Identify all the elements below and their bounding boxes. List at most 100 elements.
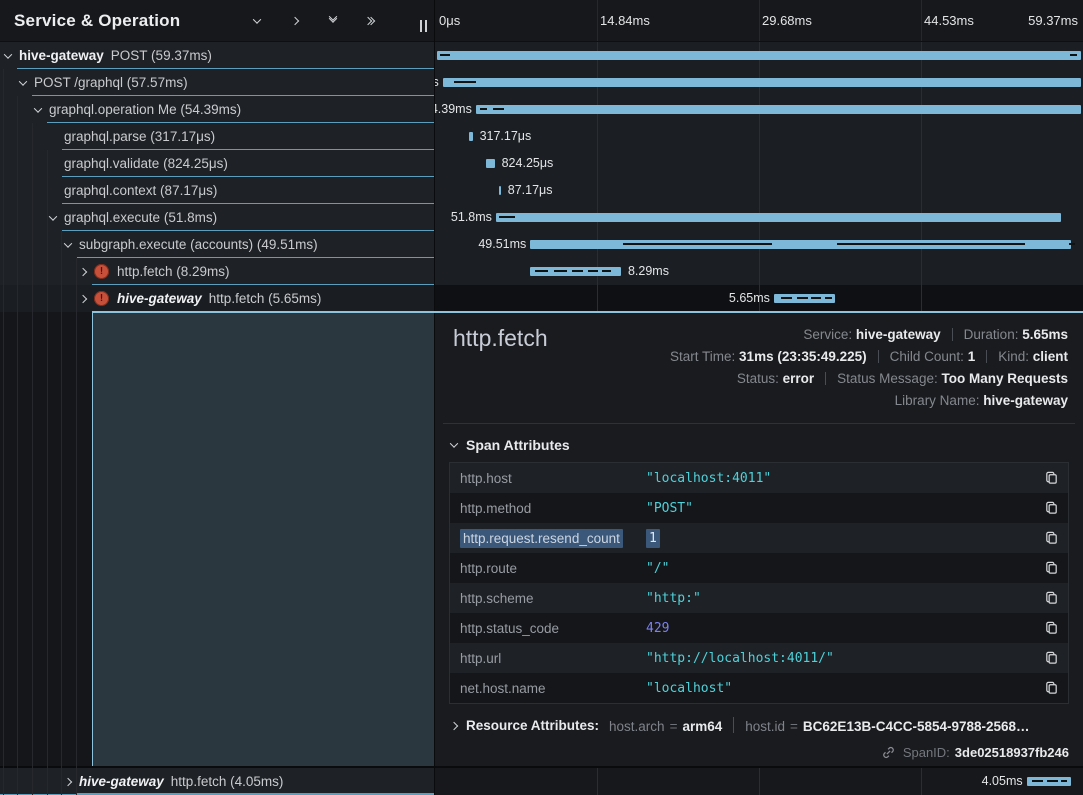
span-row[interactable]: graphql.execute (51.8ms)51.8ms [0, 204, 1083, 231]
span-row-tree-cell[interactable]: hive-gatewayhttp.fetch (4.05ms) [0, 768, 435, 795]
attribute-key: http.host [450, 471, 646, 486]
span-attributes-toggle[interactable]: Span Attributes [451, 437, 570, 453]
span-row-content: graphql.validate (824.25μs) [0, 150, 435, 177]
copy-icon[interactable] [1038, 553, 1064, 583]
child-span-dash [837, 243, 1025, 245]
span-bar[interactable] [499, 186, 501, 195]
copy-icon[interactable] [1038, 583, 1064, 613]
chevron-right-icon[interactable] [79, 267, 87, 275]
span-attributes-title: Span Attributes [466, 437, 570, 453]
detail-meta-line: Start Time: 31ms (23:35:49.225)Child Cou… [670, 346, 1068, 368]
attribute-key-text: http.route [460, 561, 517, 576]
expand-all-icon[interactable] [362, 12, 380, 30]
indent-guide [17, 96, 18, 795]
span-row[interactable]: subgraph.execute (accounts) (49.51ms)49.… [0, 231, 1083, 258]
attribute-value: "http:" [646, 591, 1038, 606]
copy-icon[interactable] [1038, 643, 1064, 673]
collapse-one-icon[interactable] [248, 12, 266, 30]
span-row-timeline-cell: 8.29ms [435, 258, 1083, 285]
tree-header-icons [248, 0, 380, 42]
trace-viewer: Service & Operation 0μs 14.84ms 29.68ms … [0, 0, 1083, 795]
timeline-gridline [921, 123, 922, 150]
expand-one-icon[interactable] [286, 12, 304, 30]
timeline-gridline [759, 768, 760, 795]
detail-meta-value: error [783, 371, 815, 386]
span-row-timeline-cell: 4.05ms [435, 768, 1083, 795]
span-bar[interactable] [437, 51, 1081, 60]
attribute-value: 1 [646, 531, 1038, 546]
span-row-tree-cell[interactable]: POST /graphql (57.57ms) [0, 69, 435, 96]
span-row-tree-cell[interactable]: graphql.validate (824.25μs) [0, 150, 435, 177]
attribute-key-text: http.status_code [460, 621, 559, 636]
span-bar[interactable] [496, 213, 1061, 222]
span-row[interactable]: graphql.operation Me (54.39ms)54.39ms [0, 96, 1083, 123]
timeline-gridline [759, 177, 760, 204]
ruler-tick: 14.84ms [600, 13, 650, 28]
attribute-value-text: "http:" [646, 591, 701, 606]
span-operation-label: graphql.parse (317.17μs) [64, 129, 215, 144]
span-row-tree-cell[interactable]: hive-gatewayPOST (59.37ms) [0, 42, 435, 69]
attribute-value-text: "http://localhost:4011/" [646, 651, 834, 666]
detail-meta-label: Start Time: [670, 349, 739, 364]
child-span-dash [554, 270, 567, 272]
span-row[interactable]: graphql.parse (317.17μs)317.17μs [0, 123, 1083, 150]
span-row[interactable]: POST /graphql (57.57ms)57.57ms [0, 69, 1083, 96]
chevron-right-icon[interactable] [79, 294, 87, 302]
copy-icon[interactable] [1038, 673, 1064, 703]
attribute-key-text: http.method [460, 501, 531, 516]
span-row-tree-cell[interactable]: graphql.execute (51.8ms) [0, 204, 435, 231]
chevron-down-icon[interactable] [64, 239, 72, 247]
span-row-content: graphql.operation Me (54.39ms) [0, 96, 435, 123]
attribute-value: 429 [646, 621, 1038, 636]
span-id-label: SpanID: [903, 745, 950, 760]
indent-guide [32, 123, 33, 795]
span-bar[interactable] [443, 78, 1081, 87]
detail-meta-value: client [1033, 349, 1068, 364]
span-row[interactable]: !hive-gatewayhttp.fetch (5.65ms)5.65ms [0, 285, 1083, 312]
chevron-down-icon[interactable] [49, 212, 57, 220]
span-row-tree-cell[interactable]: !hive-gatewayhttp.fetch (5.65ms) [0, 285, 435, 312]
collapse-all-icon[interactable] [324, 12, 342, 30]
span-row[interactable]: graphql.validate (824.25μs)824.25μs [0, 150, 1083, 177]
span-detail-title: http.fetch [453, 325, 548, 352]
span-attributes-table: http.host"localhost:4011"http.method"POS… [449, 462, 1069, 704]
span-service-name: hive-gateway [117, 291, 202, 306]
span-row-tree-cell[interactable]: graphql.context (87.17μs) [0, 177, 435, 204]
attribute-key: http.request.resend_count [450, 531, 646, 546]
span-id-value: 3de02518937fb246 [955, 745, 1069, 760]
span-bar[interactable] [476, 105, 1081, 114]
resource-attributes-toggle[interactable]: Resource Attributes: host.arch=arm64host… [451, 717, 1030, 734]
child-span-dash [602, 270, 610, 272]
chevron-down-icon[interactable] [4, 50, 12, 58]
span-row-tree-cell[interactable]: graphql.parse (317.17μs) [0, 123, 435, 150]
span-row-content: !http.fetch (8.29ms) [0, 258, 435, 285]
tree-header: Service & Operation [0, 0, 435, 42]
child-span-dash [493, 108, 504, 110]
span-operation-label: http.fetch (8.29ms) [117, 264, 230, 279]
span-row-tree-cell[interactable]: subgraph.execute (accounts) (49.51ms) [0, 231, 435, 258]
span-row-tree-cell[interactable]: !http.fetch (8.29ms) [0, 258, 435, 285]
span-row[interactable]: graphql.context (87.17μs)87.17μs [0, 177, 1083, 204]
indent-guide [76, 258, 77, 795]
child-span-dash [480, 108, 487, 110]
chevron-down-icon[interactable] [19, 77, 27, 85]
panel-resize-handle[interactable] [420, 20, 427, 32]
span-row[interactable]: !http.fetch (8.29ms) 8.29ms [0, 258, 1083, 285]
span-row[interactable]: hive-gatewayhttp.fetch (4.05ms)4.05ms [0, 768, 1083, 795]
span-row-tree-cell[interactable]: graphql.operation Me (54.39ms) [0, 96, 435, 123]
copy-icon[interactable] [1038, 493, 1064, 523]
span-row[interactable]: hive-gatewayPOST (59.37ms) [0, 42, 1083, 69]
chevron-down-icon[interactable] [34, 104, 42, 112]
attribute-key: http.url [450, 651, 646, 666]
span-bar[interactable] [486, 159, 495, 168]
copy-icon[interactable] [1038, 523, 1064, 553]
chevron-right-icon[interactable] [64, 777, 72, 785]
copy-icon[interactable] [1038, 463, 1064, 493]
attribute-key-text: http.url [460, 651, 501, 666]
link-icon[interactable] [881, 745, 896, 760]
expanded-span-region[interactable] [92, 312, 435, 766]
copy-icon[interactable] [1038, 613, 1064, 643]
span-row-timeline-cell: 54.39ms [435, 96, 1083, 123]
span-bar[interactable] [469, 132, 473, 141]
span-bar-duration-label: 8.29ms [628, 258, 669, 285]
